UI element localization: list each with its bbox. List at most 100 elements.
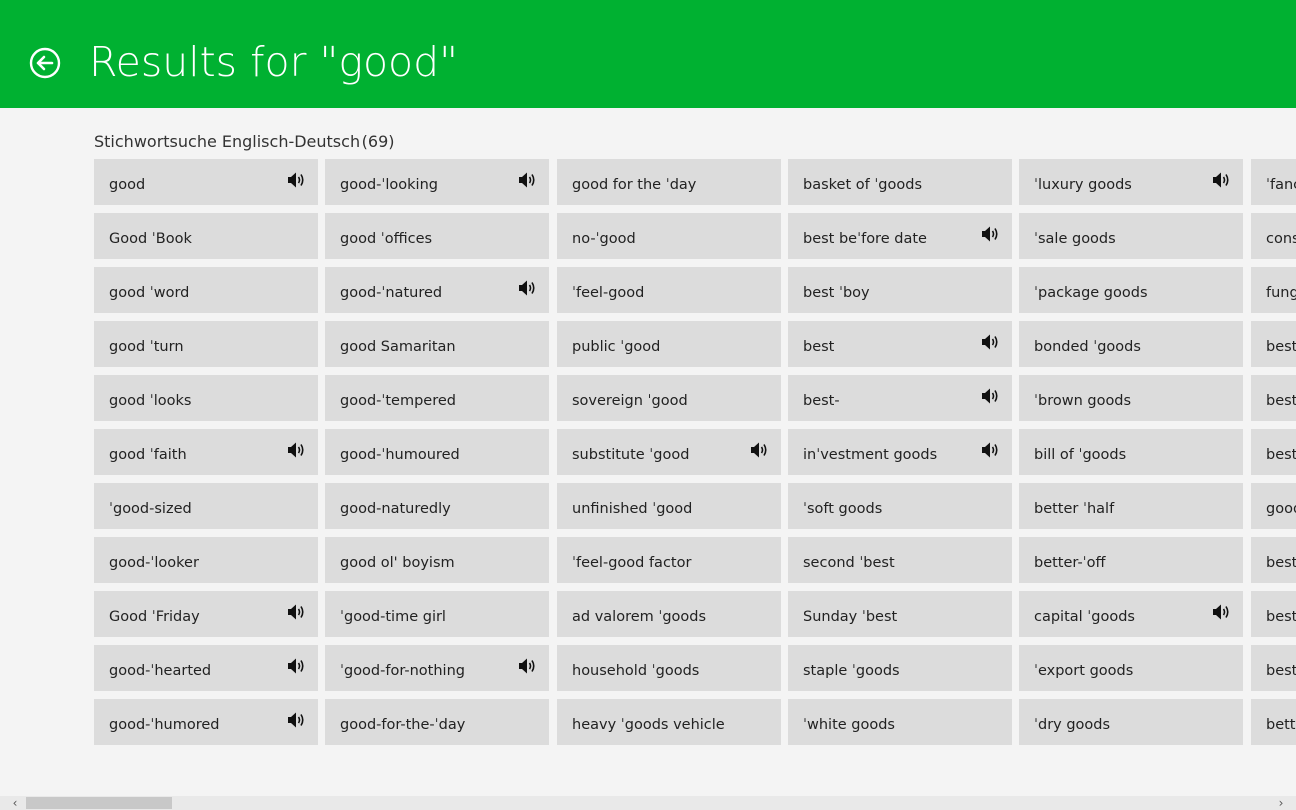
result-tile[interactable]: substitute ˈgood (557, 429, 781, 475)
result-tile[interactable]: sovereign ˈgood (557, 375, 781, 421)
result-tile[interactable]: no-ˈgood (557, 213, 781, 259)
result-tile[interactable]: best- (1251, 591, 1296, 637)
speaker-icon[interactable] (518, 171, 538, 189)
result-tile[interactable]: good ˈoffices (325, 213, 549, 259)
result-tile[interactable]: bill of ˈgoods (1019, 429, 1243, 475)
result-label: Good ˈFriday (109, 609, 200, 625)
result-tile[interactable]: good-for-the-ˈday (325, 699, 549, 745)
result-tile[interactable]: basket of ˈgoods (788, 159, 1012, 205)
scroll-right-arrow[interactable]: › (1274, 796, 1288, 810)
result-tile[interactable]: bonded ˈgoods (1019, 321, 1243, 367)
result-tile[interactable]: best- (1251, 537, 1296, 583)
result-tile[interactable]: better-ˈoff (1019, 537, 1243, 583)
result-tile[interactable]: ˈgood-for-nothing (325, 645, 549, 691)
speaker-icon[interactable] (518, 657, 538, 675)
result-label: heavy ˈgoods vehicle (572, 717, 725, 733)
result-tile[interactable]: best- (788, 375, 1012, 421)
result-tile[interactable]: best (788, 321, 1012, 367)
result-tile[interactable]: bette (1251, 699, 1296, 745)
result-tile[interactable]: Good ˈBook (94, 213, 318, 259)
result-label: good-ˈlooker (109, 555, 199, 571)
result-tile[interactable]: good-ˈtempered (325, 375, 549, 421)
result-tile[interactable]: best beˈfore date (788, 213, 1012, 259)
result-tile[interactable]: unfinished ˈgood (557, 483, 781, 529)
result-tile[interactable]: ˈgood-sized (94, 483, 318, 529)
result-tile[interactable]: good for the ˈday (557, 159, 781, 205)
section-title: Stichwortsuche Englisch-Deutsch (69) (94, 132, 395, 151)
result-tile[interactable]: household ˈgoods (557, 645, 781, 691)
result-tile[interactable]: ˈbrown goods (1019, 375, 1243, 421)
result-tile[interactable]: good ˈlooks (94, 375, 318, 421)
speaker-icon[interactable] (518, 279, 538, 297)
result-tile[interactable]: good Samaritan (325, 321, 549, 367)
speaker-icon[interactable] (287, 657, 307, 675)
result-tile[interactable]: good (94, 159, 318, 205)
result-tile[interactable]: Sunday ˈbest (788, 591, 1012, 637)
result-tile[interactable]: ˈluxury goods (1019, 159, 1243, 205)
result-tile[interactable]: good ˈfaith (94, 429, 318, 475)
result-tile[interactable]: good-ˈlooker (94, 537, 318, 583)
back-arrow-circle-icon (29, 47, 61, 79)
result-label: best (1266, 339, 1296, 355)
speaker-icon[interactable] (287, 711, 307, 729)
result-tile[interactable]: ˈwhite goods (788, 699, 1012, 745)
speaker-icon[interactable] (287, 441, 307, 459)
result-tile[interactable]: good ˈturn (94, 321, 318, 367)
back-button[interactable] (29, 47, 61, 79)
horizontal-scrollbar[interactable]: ‹ › (0, 796, 1296, 810)
speaker-icon[interactable] (287, 603, 307, 621)
results-grid: good Good ˈBook good ˈword good ˈturn good ˈ… (94, 159, 1296, 749)
result-label: good-ˈhearted (109, 663, 212, 679)
speaker-icon[interactable] (981, 333, 1001, 351)
speaker-icon[interactable] (981, 387, 1001, 405)
result-tile[interactable]: best- (1251, 375, 1296, 421)
result-label: good (109, 177, 146, 193)
speaker-icon[interactable] (981, 225, 1001, 243)
speaker-icon[interactable] (1212, 171, 1232, 189)
result-tile[interactable]: good ol' boyism (325, 537, 549, 583)
result-tile[interactable]: good-ˈhumoured (325, 429, 549, 475)
result-tile[interactable]: good-ˈnatured (325, 267, 549, 313)
result-tile[interactable]: good-ˈhearted (94, 645, 318, 691)
result-tile[interactable]: best (1251, 429, 1296, 475)
result-tile[interactable]: ˈfanc (1251, 159, 1296, 205)
result-tile[interactable]: ˈpackage goods (1019, 267, 1243, 313)
result-tile[interactable]: good (1251, 483, 1296, 529)
scrollbar-thumb[interactable] (26, 797, 172, 809)
speaker-icon[interactable] (287, 171, 307, 189)
result-tile[interactable]: ˈsale goods (1019, 213, 1243, 259)
result-tile[interactable]: good-ˈhumored (94, 699, 318, 745)
result-label: ˈexport goods (1034, 663, 1134, 679)
speaker-icon[interactable] (1212, 603, 1232, 621)
result-tile[interactable]: good ˈword (94, 267, 318, 313)
result-tile[interactable]: best- (1251, 645, 1296, 691)
result-tile[interactable]: best (1251, 321, 1296, 367)
result-tile[interactable]: Good ˈFriday (94, 591, 318, 637)
speaker-icon[interactable] (981, 441, 1001, 459)
speaker-icon[interactable] (750, 441, 770, 459)
result-tile[interactable]: ˈfeel-good (557, 267, 781, 313)
result-tile[interactable]: heavy ˈgoods vehicle (557, 699, 781, 745)
result-tile[interactable]: ˈdry goods (1019, 699, 1243, 745)
result-label: good ˈoffices (340, 231, 433, 247)
scroll-left-arrow[interactable]: ‹ (8, 796, 22, 810)
result-tile[interactable]: ˈexport goods (1019, 645, 1243, 691)
result-label: ˈfanc (1266, 177, 1296, 193)
result-tile[interactable]: inˈvestment goods (788, 429, 1012, 475)
result-tile[interactable]: good-naturedly (325, 483, 549, 529)
result-tile[interactable]: best ˈboy (788, 267, 1012, 313)
result-tile[interactable]: better ˈhalf (1019, 483, 1243, 529)
result-label: second ˈbest (803, 555, 895, 571)
result-tile[interactable]: ad valorem ˈgoods (557, 591, 781, 637)
result-tile[interactable]: ˈfeel-good factor (557, 537, 781, 583)
result-label: good-ˈlooking (340, 177, 438, 193)
result-tile[interactable]: capital ˈgoods (1019, 591, 1243, 637)
result-tile[interactable]: cons (1251, 213, 1296, 259)
result-tile[interactable]: staple ˈgoods (788, 645, 1012, 691)
result-tile[interactable]: fung (1251, 267, 1296, 313)
result-tile[interactable]: public ˈgood (557, 321, 781, 367)
result-tile[interactable]: ˈsoft goods (788, 483, 1012, 529)
result-tile[interactable]: ˈgood-time girl (325, 591, 549, 637)
result-tile[interactable]: second ˈbest (788, 537, 1012, 583)
result-tile[interactable]: good-ˈlooking (325, 159, 549, 205)
